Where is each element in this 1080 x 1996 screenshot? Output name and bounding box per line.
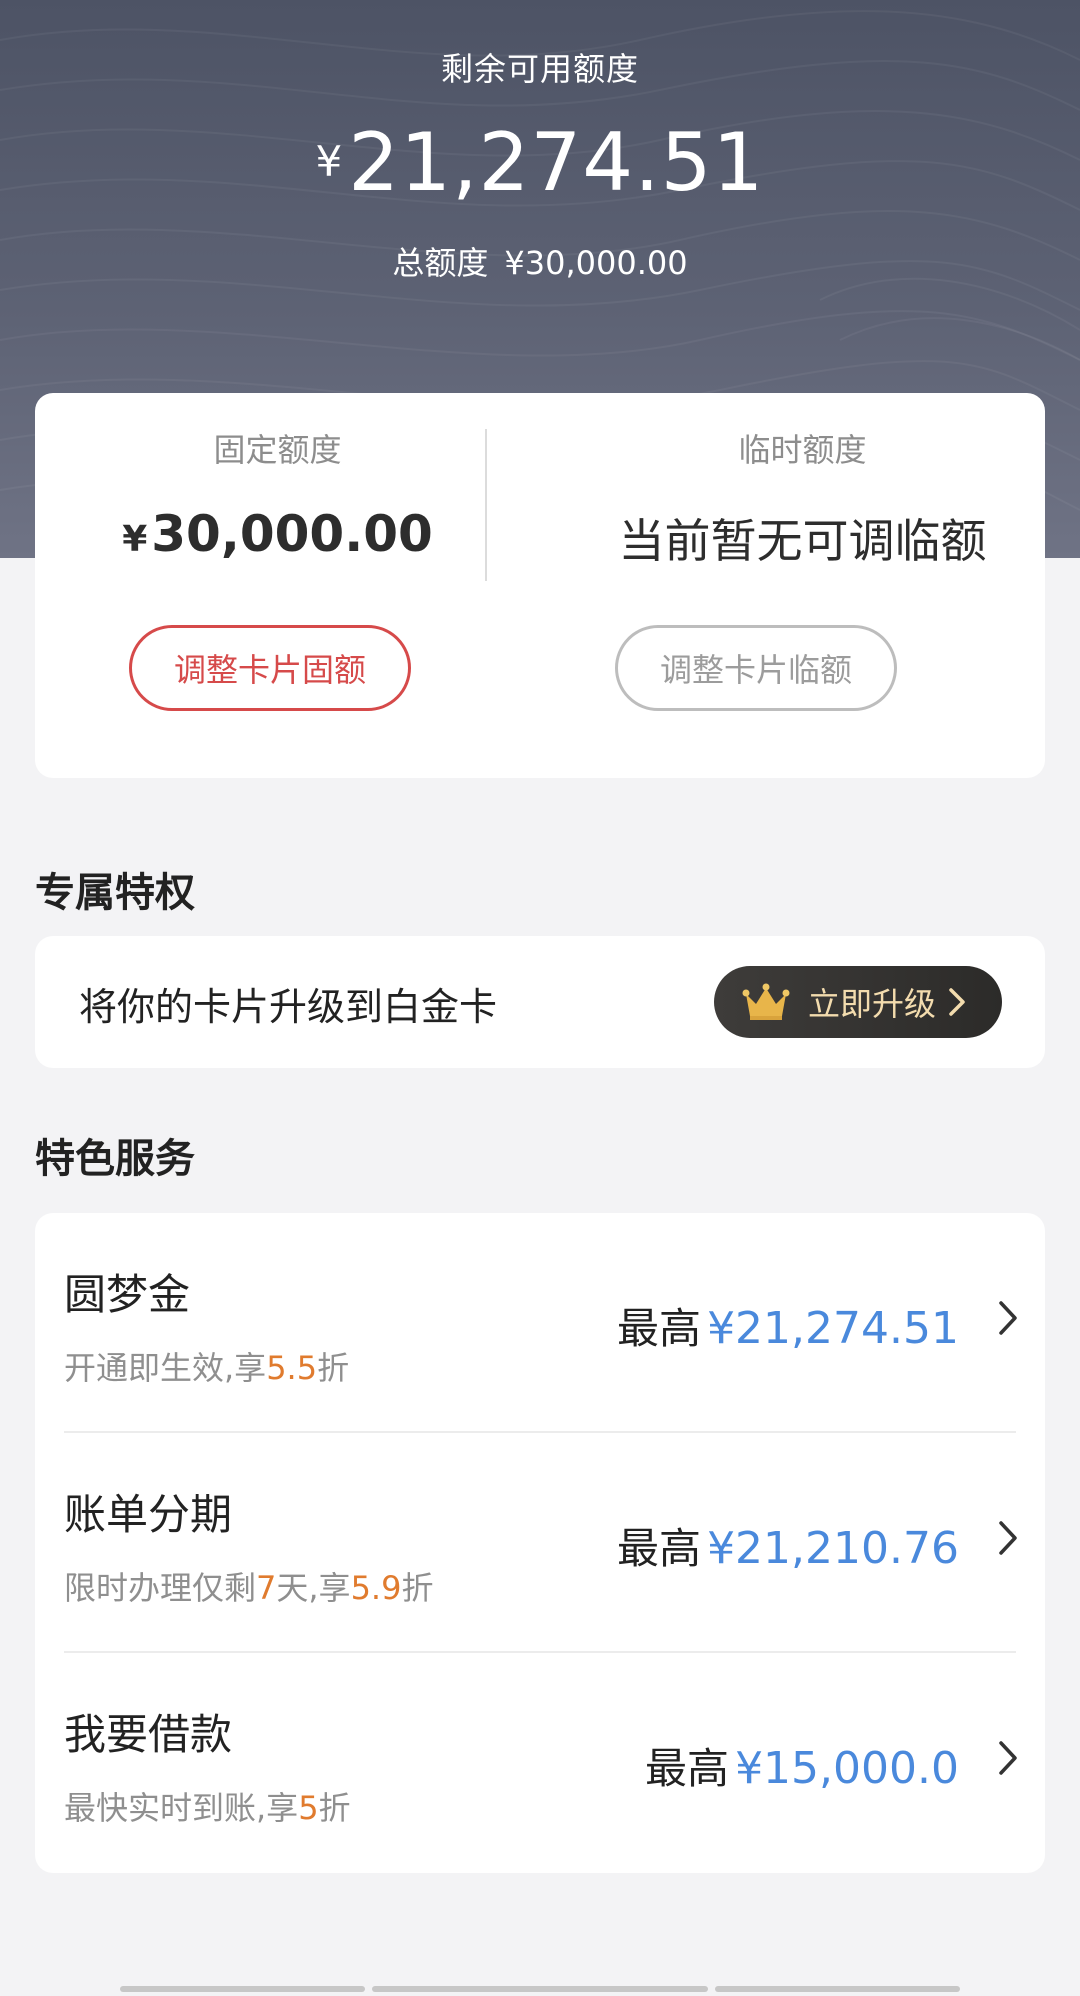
- upgrade-now-label: 立即升级: [808, 985, 937, 1023]
- temp-credit-note: 当前暂无可调临额: [618, 514, 987, 568]
- service-row-dream-fund[interactable]: 圆梦金 开通即生效,享5.5折 最高 ¥21,274.51: [35, 1213, 1045, 1433]
- max-amount-value: ¥21,210.76: [707, 1523, 959, 1574]
- available-credit-amount: ¥21,274.51: [0, 116, 1080, 209]
- max-label: 最高: [617, 1304, 702, 1353]
- service-row-loan[interactable]: 我要借款 最快实时到账,享5折 最高 ¥15,000.0: [35, 1653, 1045, 1873]
- chevron-right-icon: [999, 1301, 1017, 1335]
- service-max-amount: 最高 ¥21,210.76: [617, 1515, 959, 1576]
- fixed-credit-title: 固定额度: [213, 431, 342, 469]
- max-label: 最高: [645, 1744, 730, 1793]
- scrollbar-segment[interactable]: [715, 1986, 960, 1992]
- available-credit-value: 21,274.51: [348, 116, 765, 209]
- subtitle-text: 折: [318, 1789, 351, 1827]
- service-title: 我要借款: [64, 1710, 233, 1759]
- subtitle-text: 折: [317, 1349, 350, 1387]
- subtitle-highlight: 5.5: [266, 1349, 318, 1387]
- subtitle-text: 开通即生效,享: [64, 1349, 267, 1387]
- total-credit-label: 总额度: [392, 244, 489, 282]
- services-card: 圆梦金 开通即生效,享5.5折 最高 ¥21,274.51 账单分期 限时办理仅剩…: [35, 1213, 1045, 1873]
- subtitle-highlight: 5: [298, 1789, 319, 1827]
- available-credit-label: 剩余可用额度: [440, 50, 639, 88]
- temp-credit-title: 临时额度: [738, 431, 867, 469]
- service-subtitle: 开通即生效,享5.5折: [64, 1343, 349, 1389]
- upgrade-now-button[interactable]: 立即升级: [714, 966, 1002, 1038]
- credit-limit-card: 固定额度 ¥30,000.00 临时额度 当前暂无可调临额 调整卡片固额 调整卡…: [35, 393, 1045, 778]
- scrollbar-segment[interactable]: [120, 1986, 365, 1992]
- currency-symbol: ¥: [122, 519, 148, 560]
- service-title: 账单分期: [64, 1490, 233, 1539]
- fixed-credit-column: 固定额度 ¥30,000.00: [35, 393, 520, 563]
- total-credit: 总额度 ¥30,000.00: [0, 238, 1080, 284]
- upgrade-card[interactable]: 将你的卡片升级到白金卡 立即升级: [35, 936, 1045, 1068]
- adjust-temp-credit-button[interactable]: 调整卡片临额: [615, 625, 897, 711]
- subtitle-highlight: 7: [256, 1569, 277, 1607]
- subtitle-text: 最快实时到账,享: [64, 1789, 299, 1827]
- subtitle-highlight: 5.9: [350, 1569, 402, 1607]
- service-title: 圆梦金: [64, 1270, 191, 1319]
- total-credit-value: ¥30,000.00: [504, 244, 688, 282]
- page: 剩余可用额度 ¥21,274.51 总额度 ¥30,000.00 固定额度 ¥30…: [0, 0, 1080, 1996]
- fixed-credit-value: ¥30,000.00: [35, 505, 520, 563]
- service-row-bill-installment[interactable]: 账单分期 限时办理仅剩7天,享5.9折 最高 ¥21,210.76: [35, 1433, 1045, 1653]
- subtitle-text: 限时办理仅剩: [64, 1569, 257, 1607]
- subtitle-text: 天,享: [276, 1569, 351, 1607]
- fixed-credit-amount: 30,000.00: [151, 505, 433, 563]
- service-subtitle: 限时办理仅剩7天,享5.9折: [64, 1563, 433, 1609]
- max-label: 最高: [617, 1524, 702, 1573]
- subtitle-text: 折: [401, 1569, 434, 1607]
- chevron-right-icon: [949, 988, 965, 1016]
- service-subtitle: 最快实时到账,享5折: [64, 1783, 351, 1829]
- upgrade-text: 将你的卡片升级到白金卡: [79, 985, 498, 1029]
- services-section-title: 特色服务: [35, 1136, 195, 1182]
- chevron-right-icon: [999, 1741, 1017, 1775]
- privilege-section-title: 专属特权: [35, 870, 195, 916]
- max-amount-value: ¥21,274.51: [707, 1303, 959, 1354]
- temp-credit-column: 临时额度 当前暂无可调临额: [560, 393, 1045, 571]
- scrollbar-segment[interactable]: [372, 1986, 708, 1992]
- service-max-amount: 最高 ¥21,274.51: [617, 1295, 959, 1356]
- column-divider: [485, 429, 487, 581]
- crown-icon: [742, 983, 790, 1020]
- currency-symbol: ¥: [315, 137, 343, 186]
- service-max-amount: 最高 ¥15,000.0: [645, 1735, 959, 1796]
- adjust-fixed-credit-button[interactable]: 调整卡片固额: [129, 625, 411, 711]
- max-amount-value: ¥15,000.0: [735, 1743, 959, 1794]
- chevron-right-icon: [999, 1521, 1017, 1555]
